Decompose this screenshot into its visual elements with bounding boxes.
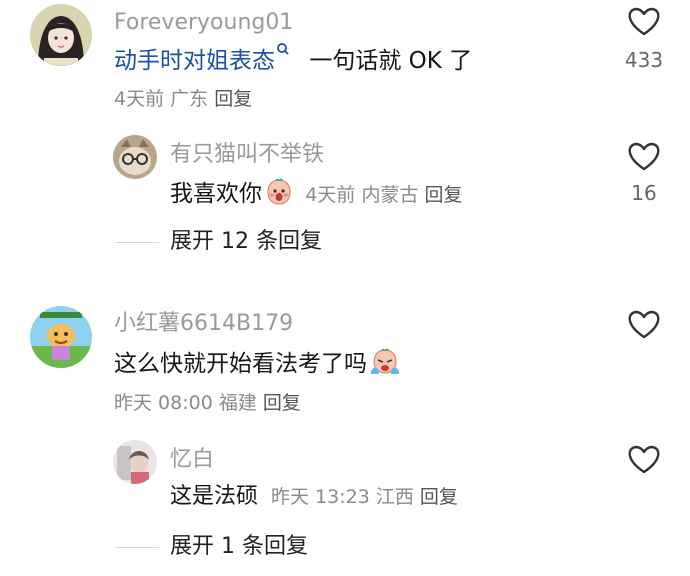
blushing-face-emoji-icon: [267, 178, 291, 205]
comment-time: 昨天 08:00: [114, 392, 213, 414]
reply-time: 昨天 13:23: [271, 486, 370, 508]
expand-replies-button[interactable]: 展开 1 条回复: [170, 533, 308, 561]
comment-text: 动手时对姐表态 一句话就 OK 了: [114, 42, 472, 76]
like-button[interactable]: [612, 442, 676, 480]
comment-username[interactable]: 小红薯6614B179: [114, 311, 293, 337]
heart-icon: [628, 310, 660, 339]
crying-face-emoji-icon: [371, 348, 399, 374]
like-button[interactable]: 16: [612, 139, 676, 205]
heart-icon: [628, 142, 660, 171]
divider: [115, 242, 159, 243]
reply-text: 我喜欢你: [170, 181, 262, 207]
reply-button[interactable]: 回复: [263, 392, 301, 414]
reply-button[interactable]: 回复: [425, 184, 463, 206]
avatar[interactable]: [30, 4, 92, 66]
comment-region: 广东: [170, 88, 209, 110]
avatar-image: [113, 135, 157, 179]
reply-region: 江西: [375, 486, 414, 508]
comment-meta: 4天前 广东 回复: [114, 87, 252, 111]
comment-username[interactable]: Foreveryoung01: [114, 10, 293, 36]
search-icon[interactable]: [276, 42, 290, 60]
reply-text: 这是法硕: [170, 484, 259, 509]
reply-row: 我喜欢你 4天前 内蒙古 回复: [170, 177, 463, 209]
avatar-image: [30, 306, 92, 368]
reply-username[interactable]: 忆白: [170, 447, 214, 473]
reply-username[interactable]: 有只猫叫不举铁: [170, 142, 324, 168]
like-count: 16: [631, 181, 657, 205]
like-button[interactable]: 433: [612, 4, 676, 72]
comment-text: 这么快就开始看法考了吗: [114, 351, 367, 377]
comment-text-rest: 一句话就 OK 了: [309, 48, 473, 74]
divider: [115, 547, 159, 548]
search-link[interactable]: 动手时对姐表态: [114, 48, 275, 74]
expand-replies-button[interactable]: 展开 12 条回复: [170, 228, 322, 256]
heart-icon: [628, 7, 660, 36]
reply-row: 这是法硕 昨天 13:23 江西 回复: [170, 482, 458, 512]
like-button[interactable]: [612, 307, 676, 345]
avatar[interactable]: [30, 306, 92, 368]
avatar-image: [30, 4, 92, 66]
avatar-image: [113, 440, 157, 484]
heart-icon: [628, 445, 660, 474]
comment-meta: 昨天 08:00 福建 回复: [114, 391, 301, 415]
comment-row: 这么快就开始看法考了吗: [114, 347, 401, 379]
comment-time: 4天前: [114, 88, 165, 110]
reply-button[interactable]: 回复: [420, 486, 458, 508]
reply-button[interactable]: 回复: [214, 88, 252, 110]
like-count: 433: [624, 48, 664, 72]
comment-region: 福建: [218, 392, 257, 414]
reply-avatar[interactable]: [113, 135, 157, 179]
reply-region: 内蒙古: [361, 184, 419, 206]
reply-time: 4天前: [305, 184, 356, 206]
reply-avatar[interactable]: [113, 440, 157, 484]
